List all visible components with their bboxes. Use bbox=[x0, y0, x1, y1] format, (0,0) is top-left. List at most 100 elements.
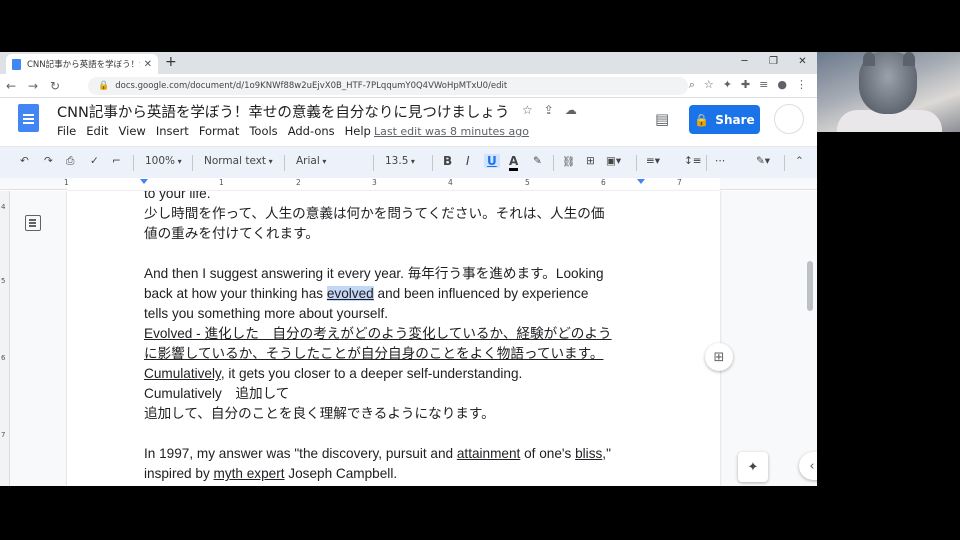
share-label: Share bbox=[715, 112, 755, 127]
more-options-icon[interactable]: ⋯ bbox=[715, 155, 726, 167]
divider bbox=[636, 155, 637, 171]
document-page[interactable]: to your life. 少し時間を作って、人生の意義は何かを問うてください。… bbox=[67, 191, 720, 486]
add-comment-side-button[interactable]: ⊞ bbox=[705, 343, 733, 371]
divider bbox=[706, 155, 707, 171]
docs-logo-icon[interactable] bbox=[18, 104, 39, 132]
new-tab-icon[interactable]: + bbox=[165, 54, 177, 70]
text-color-button[interactable]: A bbox=[509, 154, 519, 171]
font-select[interactable]: Arial bbox=[296, 155, 326, 167]
zoom-icon[interactable]: ⌕ bbox=[689, 78, 695, 92]
address-bar: ← → ↻ 🔒 docs.google.com/document/d/1o9KN… bbox=[0, 74, 817, 98]
star-icon[interactable]: ☆ bbox=[522, 103, 533, 117]
align-icon[interactable]: ≡▾ bbox=[646, 155, 660, 167]
menu-file[interactable]: File bbox=[57, 124, 76, 138]
indent-marker-icon[interactable] bbox=[140, 179, 148, 184]
move-folder-icon[interactable]: ⇪ bbox=[544, 103, 554, 117]
italic-button[interactable]: I bbox=[466, 154, 470, 168]
text-run: inspired by bbox=[144, 466, 214, 481]
last-edit-link[interactable]: Last edit was 8 minutes ago bbox=[374, 125, 529, 138]
spellcheck-icon[interactable]: ✓ bbox=[90, 155, 99, 167]
undo-icon[interactable]: ↶ bbox=[20, 155, 29, 167]
text-line: Evolved - 進化した 自分の考えがどのよう変化しているか、経験がどのよう bbox=[144, 326, 612, 341]
text-line: back at how your thinking has evolved an… bbox=[144, 284, 644, 304]
document-outline-icon[interactable] bbox=[25, 215, 41, 231]
account-avatar[interactable] bbox=[774, 104, 804, 134]
ruler-number: 4 bbox=[448, 178, 453, 187]
document-body[interactable]: to your life. 少し時間を作って、人生の意義は何かを問うてください。… bbox=[144, 191, 644, 484]
share-button[interactable]: 🔒 Share bbox=[689, 105, 760, 134]
webcam-overlay bbox=[817, 52, 960, 132]
editing-mode-icon[interactable]: ✎▾ bbox=[756, 155, 770, 167]
explore-icon: ✦ bbox=[747, 459, 759, 475]
text-run: ," bbox=[602, 446, 611, 461]
paint-format-icon[interactable]: ⌐ bbox=[112, 155, 121, 167]
zoom-select[interactable]: 100% bbox=[145, 155, 182, 167]
puzzle-icon[interactable]: ✚ bbox=[741, 78, 750, 92]
print-icon[interactable]: ⎙ bbox=[66, 155, 74, 168]
insert-image-icon[interactable]: ▣▾ bbox=[606, 155, 621, 167]
screen: CNN記事から英語を学ぼう！幸せの ✕ + ─ ❐ ✕ ← → ↻ 🔒 docs… bbox=[0, 0, 960, 540]
ruler-number: 6 bbox=[601, 178, 606, 187]
docs-header: CNN記事から英語を学ぼう！幸せの意義を自分なりに見つけましょう ☆ ⇪ ☁ F… bbox=[0, 98, 817, 146]
bookmark-star-icon[interactable]: ☆ bbox=[704, 78, 714, 92]
close-tab-icon[interactable]: ✕ bbox=[144, 59, 152, 70]
style-select[interactable]: Normal text bbox=[204, 155, 273, 167]
divider bbox=[284, 155, 285, 171]
link-icon[interactable]: ⛓ bbox=[562, 155, 575, 168]
menu-addons[interactable]: Add-ons bbox=[288, 124, 335, 138]
back-icon[interactable]: ← bbox=[0, 79, 22, 93]
ruler-number: 3 bbox=[372, 178, 377, 187]
text-line: Cumulatively, it gets you closer to a de… bbox=[144, 364, 644, 384]
reload-icon[interactable]: ↻ bbox=[44, 79, 66, 93]
window-controls: ─ ❐ ✕ bbox=[730, 52, 817, 74]
right-indent-marker-icon[interactable] bbox=[637, 179, 645, 184]
menu-format[interactable]: Format bbox=[199, 124, 240, 138]
highlight-icon[interactable]: ✎ bbox=[533, 155, 542, 167]
text-line: to your life. bbox=[144, 191, 211, 201]
horizontal-ruler[interactable]: 1 1 2 3 4 5 6 7 bbox=[0, 178, 817, 190]
selected-word[interactable]: evolved bbox=[326, 286, 374, 301]
comment-history-icon[interactable]: ▤ bbox=[655, 110, 669, 128]
bold-button[interactable]: B bbox=[443, 154, 452, 168]
menu-insert[interactable]: Insert bbox=[156, 124, 189, 138]
text-line: Cumulatively 追加して bbox=[144, 386, 290, 401]
url-field[interactable]: 🔒 docs.google.com/document/d/1o9KNWf88w2… bbox=[88, 77, 688, 95]
menu-edit[interactable]: Edit bbox=[86, 124, 108, 138]
forward-icon[interactable]: → bbox=[22, 79, 44, 93]
ruler-track bbox=[67, 178, 720, 190]
format-toolbar: ↶ ↷ ⎙ ✓ ⌐ 100% Normal text Arial 13.5 B … bbox=[0, 146, 817, 178]
explore-button[interactable]: ✦ bbox=[738, 452, 768, 482]
text-line: tells you something more about yourself. bbox=[144, 306, 389, 321]
title-icons: ☆ ⇪ ☁ bbox=[522, 103, 577, 117]
cloud-status-icon[interactable]: ☁ bbox=[565, 103, 577, 117]
underline-button[interactable]: U bbox=[484, 154, 500, 168]
text-run: and been influenced by experience bbox=[373, 286, 589, 301]
font-size-select[interactable]: 13.5 bbox=[385, 155, 415, 167]
underlined-word: attainment bbox=[456, 446, 521, 461]
line-spacing-icon[interactable]: ↕≡ bbox=[684, 155, 702, 167]
profile-icon[interactable]: ● bbox=[777, 78, 787, 92]
extension-icon[interactable]: ✦ bbox=[723, 78, 732, 92]
menu-tools[interactable]: Tools bbox=[249, 124, 277, 138]
ruler-number: 5 bbox=[525, 178, 530, 187]
redo-icon[interactable]: ↷ bbox=[44, 155, 53, 167]
ruler-number: 1 bbox=[219, 178, 224, 187]
browser-tab[interactable]: CNN記事から英語を学ぼう！幸せの ✕ bbox=[6, 54, 158, 74]
kebab-menu-icon[interactable]: ⋮ bbox=[796, 78, 807, 92]
minimize-icon[interactable]: ─ bbox=[730, 52, 759, 74]
vertical-ruler[interactable]: 4 5 6 7 bbox=[0, 191, 10, 486]
restore-icon[interactable]: ❐ bbox=[759, 52, 788, 74]
collapse-menus-icon[interactable]: ⌃ bbox=[795, 155, 804, 167]
browser-window: CNN記事から英語を学ぼう！幸せの ✕ + ─ ❐ ✕ ← → ↻ 🔒 docs… bbox=[0, 52, 817, 486]
side-panel-toggle[interactable]: ‹ bbox=[799, 452, 817, 480]
divider bbox=[553, 155, 554, 171]
add-comment-icon[interactable]: ⊞ bbox=[586, 155, 595, 167]
menu-view[interactable]: View bbox=[119, 124, 146, 138]
document-title[interactable]: CNN記事から英語を学ぼう！幸せの意義を自分なりに見つけましょう bbox=[57, 101, 509, 122]
close-window-icon[interactable]: ✕ bbox=[788, 52, 817, 74]
media-icon[interactable]: ≡ bbox=[759, 78, 768, 92]
scrollbar-thumb[interactable] bbox=[807, 261, 813, 311]
menu-help[interactable]: Help bbox=[345, 124, 371, 138]
